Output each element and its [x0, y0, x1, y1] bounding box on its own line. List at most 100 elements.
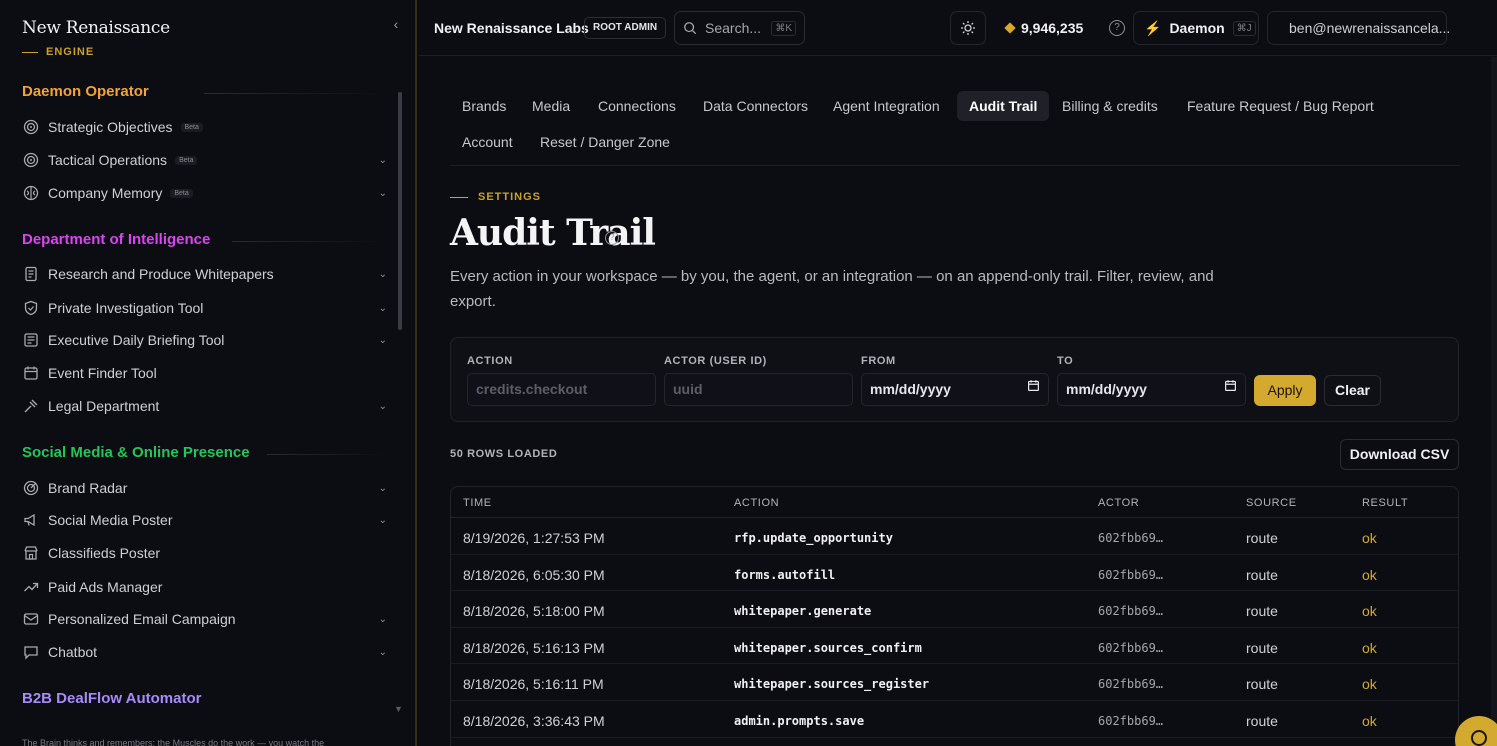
cell-source: route [1246, 603, 1278, 620]
info-icon[interactable]: ? [605, 231, 619, 245]
chat-icon [1471, 730, 1487, 746]
clear-button[interactable]: Clear [1324, 375, 1381, 406]
cell-time: 8/18/2026, 6:05:30 PM [463, 566, 605, 583]
tab-danger-zone[interactable]: Reset / Danger Zone [528, 127, 682, 157]
tab-audit-trail[interactable]: Audit Trail [957, 91, 1050, 121]
sidebar-item-label: Personalized Email Campaign [48, 611, 236, 627]
sidebar-item-email-campaign[interactable]: Personalized Email Campaign ⌄ [22, 606, 387, 632]
table-row[interactable]: 8/18/2026, 5:16:11 PM whitepaper.sources_… [451, 664, 1458, 701]
chevron-down-icon[interactable]: ⌄ [379, 188, 387, 199]
table-row[interactable]: 8/18/2026, 5:18:00 PM whitepaper.generate… [451, 591, 1458, 628]
cell-time: 8/19/2026, 1:27:53 PM [463, 530, 605, 546]
cell-action: forms.autofill [734, 567, 836, 582]
user-menu-button[interactable]: ben@newrenaissancela... [1267, 11, 1451, 45]
download-csv-button[interactable]: Download CSV [1340, 439, 1459, 470]
cell-actor: 602fbb69… [1098, 567, 1164, 582]
sidebar-item-strategic-objectives[interactable]: Strategic Objectives Beta [22, 114, 387, 140]
search-shortcut: ⌘K [771, 20, 796, 36]
column-header-time[interactable]: TIME [463, 497, 492, 509]
column-header-action[interactable]: ACTION [734, 497, 779, 509]
chevron-down-icon[interactable]: ⌄ [379, 614, 387, 625]
from-date-input[interactable]: mm/dd/yyyy [861, 373, 1049, 406]
action-filter-input[interactable]: credits.checkout [467, 373, 656, 406]
sidebar-scrollbar[interactable] [398, 92, 402, 330]
daemon-shortcut: ⌘J [1232, 20, 1256, 36]
column-header-actor[interactable]: ACTOR [1098, 497, 1139, 509]
filter-panel: ACTION credits.checkout ACTOR (USER ID) … [450, 337, 1459, 422]
calendar-icon[interactable] [1224, 374, 1237, 405]
sidebar-item-label: Event Finder Tool [48, 365, 157, 381]
sidebar-item-social-media-poster[interactable]: Social Media Poster ⌄ [22, 507, 387, 533]
chevron-down-icon[interactable]: ⌄ [379, 401, 387, 412]
search-icon [684, 22, 697, 35]
brand-name: New Renaissance [22, 18, 170, 38]
apply-button[interactable]: Apply [1254, 375, 1316, 406]
chevron-down-icon[interactable]: ⌄ [379, 647, 387, 658]
calendar-icon[interactable] [1027, 374, 1040, 405]
cell-time: 8/18/2026, 5:16:11 PM [463, 676, 604, 693]
brand-divider [22, 51, 38, 53]
cell-actor: 602fbb69… [1098, 714, 1164, 728]
document-icon [22, 265, 40, 283]
cell-source: route [1246, 713, 1278, 729]
sidebar-item-company-memory[interactable]: Company Memory Beta ⌄ [22, 180, 387, 206]
sidebar-item-label: Paid Ads Manager [48, 579, 163, 595]
tab-agent-integration[interactable]: Agent Integration [821, 91, 952, 121]
sidebar-item-legal-department[interactable]: Legal Department ⌄ [22, 393, 387, 419]
daemon-button[interactable]: ⚡ Daemon ⌘J [1133, 11, 1259, 45]
tab-media[interactable]: Media [520, 91, 582, 121]
tab-account[interactable]: Account [450, 127, 525, 157]
sidebar-item-daily-briefing[interactable]: Executive Daily Briefing Tool ⌄ [22, 327, 387, 353]
tab-feature-request[interactable]: Feature Request / Bug Report [1175, 91, 1386, 121]
credits-balance[interactable]: 9,946,235 [1004, 20, 1083, 36]
cell-actor: 602fbb69… [1098, 640, 1164, 655]
search-button[interactable]: Search... ⌘K [674, 11, 805, 45]
table-row[interactable]: 8/18/2026, 3:36:43 PM admin.prompts.save 6… [451, 701, 1458, 738]
sidebar-item-event-finder[interactable]: Event Finder Tool [22, 360, 387, 386]
sidebar-item-tactical-operations[interactable]: Tactical Operations Beta ⌄ [22, 147, 387, 173]
chevron-down-icon[interactable]: ⌄ [379, 269, 387, 280]
org-name[interactable]: New Renaissance Labs [434, 20, 589, 36]
table-row[interactable]: 8/18/2026, 5:16:13 PM whitepaper.sources_… [451, 628, 1458, 665]
sidebar-item-chatbot[interactable]: Chatbot ⌄ [22, 639, 387, 665]
chevron-down-icon[interactable]: ⌄ [379, 155, 387, 166]
tab-data-connectors[interactable]: Data Connectors [691, 91, 820, 121]
sidebar-item-private-investigation[interactable]: Private Investigation Tool ⌄ [22, 295, 387, 321]
brand-logo[interactable]: New Renaissance ENGINE [22, 18, 170, 58]
column-header-result[interactable]: RESULT [1362, 497, 1408, 509]
main-scrollbar[interactable] [1491, 57, 1497, 746]
page-eyebrow: SETTINGS [450, 191, 541, 203]
collapse-sidebar-icon[interactable]: ‹ [388, 16, 404, 32]
store-icon [22, 544, 40, 562]
cell-result: ok [1362, 603, 1377, 620]
cell-time: 8/18/2026, 5:16:13 PM [463, 639, 605, 656]
sidebar-item-brand-radar[interactable]: Brand Radar ⌄ [22, 475, 387, 501]
chevron-down-icon[interactable]: ⌄ [379, 483, 387, 494]
tab-billing-credits[interactable]: Billing & credits [1050, 91, 1170, 121]
tab-connections[interactable]: Connections [586, 91, 688, 121]
user-email: ben@newrenaissancela... [1289, 20, 1451, 36]
scroll-down-icon[interactable]: ▼ [394, 704, 403, 714]
cell-action: whitepaper.sources_confirm [734, 640, 922, 655]
table-row[interactable]: 8/18/2026, 6:05:30 PM forms.autofill 602fb… [451, 555, 1458, 592]
chevron-down-icon[interactable]: ⌄ [379, 303, 387, 314]
help-icon[interactable]: ? [1109, 20, 1125, 36]
chevron-down-icon[interactable]: ⌄ [379, 335, 387, 346]
page-description: Every action in your workspace — by you,… [450, 268, 1214, 310]
table-row[interactable]: 8/19/2026, 1:27:53 PM rfp.update_opportun… [451, 518, 1458, 555]
sidebar-item-classifieds-poster[interactable]: Classifieds Poster [22, 540, 387, 566]
tab-brands[interactable]: Brands [450, 91, 518, 121]
to-date-input[interactable]: mm/dd/yyyy [1057, 373, 1246, 406]
cell-time: 8/18/2026, 5:18:00 PM [463, 603, 605, 620]
app-root: New Renaissance ENGINE ‹ ▼ Daemon Operat… [0, 0, 1497, 746]
theme-toggle-button[interactable] [950, 11, 986, 45]
sidebar-item-paid-ads[interactable]: Paid Ads Manager [22, 574, 387, 600]
sidebar-item-whitepapers[interactable]: Research and Produce Whitepapers ⌄ [22, 261, 387, 287]
cell-actor: 602fbb69… [1098, 677, 1164, 692]
radar-icon [22, 479, 40, 497]
actor-filter-input[interactable]: uuid [664, 373, 853, 406]
cell-source: route [1246, 530, 1278, 546]
chevron-down-icon[interactable]: ⌄ [379, 515, 387, 526]
sun-icon [961, 21, 975, 35]
column-header-source[interactable]: SOURCE [1246, 497, 1297, 509]
